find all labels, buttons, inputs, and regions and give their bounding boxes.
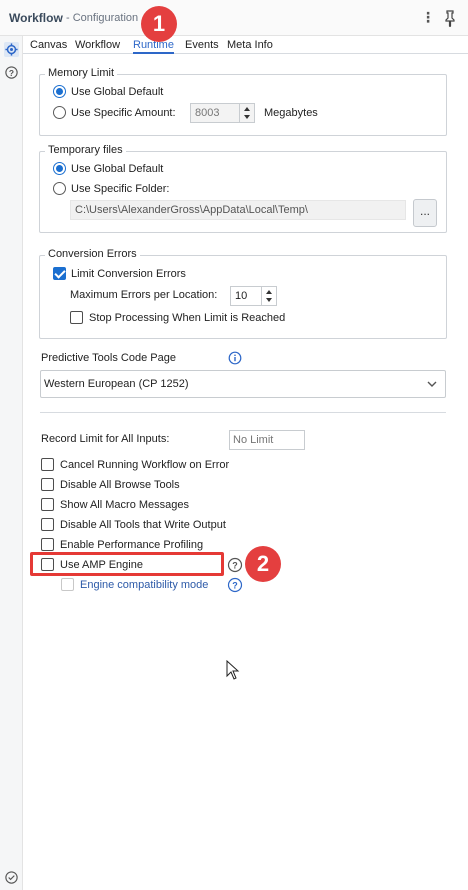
tab-canvas[interactable]: Canvas: [30, 38, 67, 54]
memory-limit-title: Memory Limit: [45, 67, 118, 79]
code-page-value: Western European (CP 1252): [44, 378, 189, 390]
memory-specific-radio[interactable]: [53, 106, 66, 119]
temp-global-label: Use Global Default: [71, 163, 164, 175]
svg-text:?: ?: [232, 581, 238, 591]
disable-browse-label: Disable All Browse Tools: [60, 479, 180, 491]
show-macro-messages-checkbox[interactable]: [41, 498, 54, 511]
temp-specific-label: Use Specific Folder:: [71, 183, 170, 195]
stepper-arrows-icon[interactable]: [261, 287, 276, 305]
info-icon[interactable]: [228, 351, 242, 365]
tab-workflow[interactable]: Workflow: [75, 38, 120, 54]
stop-processing-label: Stop Processing When Limit is Reached: [89, 312, 286, 324]
show-macro-messages-label: Show All Macro Messages: [60, 499, 189, 511]
disable-write-output-label: Disable All Tools that Write Output: [60, 519, 226, 531]
kebab-menu-icon[interactable]: ⋮: [421, 9, 435, 27]
help-icon[interactable]: ?: [4, 65, 19, 80]
memory-global-radio[interactable]: [53, 85, 66, 98]
panel-subtitle: - Configuration: [66, 12, 139, 24]
section-divider: [40, 412, 446, 413]
temp-files-title: Temporary files: [45, 144, 126, 156]
temp-folder-field[interactable]: C:\Users\AlexanderGross\AppData\Local\Te…: [70, 200, 406, 220]
mouse-cursor-icon: [226, 660, 240, 680]
performance-profiling-label: Enable Performance Profiling: [60, 539, 204, 551]
panel-header: Workflow - Configuration ⋮: [0, 0, 468, 36]
record-limit-input[interactable]: [229, 430, 305, 450]
temp-specific-radio[interactable]: [53, 182, 66, 195]
predictive-code-page-label: Predictive Tools Code Page: [41, 352, 176, 364]
disable-browse-checkbox[interactable]: [41, 478, 54, 491]
cancel-on-error-checkbox[interactable]: [41, 458, 54, 471]
max-errors-value: 10: [235, 290, 248, 302]
engine-compat-label: Engine compatibility mode: [80, 579, 209, 591]
tab-bar: Canvas Workflow Runtime Events Meta Info: [23, 36, 468, 54]
engine-compat-help-icon[interactable]: ?: [227, 577, 243, 593]
left-sidebar: ?: [0, 36, 23, 890]
memory-global-label: Use Global Default: [71, 86, 164, 98]
gear-icon[interactable]: [4, 42, 19, 57]
chevron-down-icon: [427, 381, 437, 387]
amp-engine-highlight-box: [30, 552, 224, 576]
performance-profiling-checkbox[interactable]: [41, 538, 54, 551]
memory-unit-label: Megabytes: [264, 107, 318, 119]
engine-compat-checkbox[interactable]: [61, 578, 74, 591]
pin-icon[interactable]: [442, 9, 458, 27]
panel-title: Workflow: [9, 11, 63, 25]
amp-help-icon[interactable]: ?: [227, 557, 243, 573]
check-circle-icon[interactable]: [4, 870, 19, 885]
tab-meta-info[interactable]: Meta Info: [227, 38, 273, 54]
memory-amount-stepper[interactable]: 8003: [190, 103, 255, 123]
stop-processing-checkbox[interactable]: [70, 311, 83, 324]
memory-amount-value: 8003: [195, 107, 220, 119]
cancel-on-error-label: Cancel Running Workflow on Error: [60, 459, 230, 471]
max-errors-label: Maximum Errors per Location:: [70, 289, 218, 301]
max-errors-stepper[interactable]: 10: [230, 286, 277, 306]
code-page-select[interactable]: Western European (CP 1252): [40, 370, 446, 398]
disable-write-output-checkbox[interactable]: [41, 518, 54, 531]
temp-global-radio[interactable]: [53, 162, 66, 175]
svg-text:?: ?: [232, 561, 238, 571]
browse-folder-button[interactable]: ...: [413, 199, 437, 227]
svg-text:?: ?: [9, 68, 14, 78]
callout-badge-1: 1: [141, 6, 177, 42]
conversion-errors-title: Conversion Errors: [45, 248, 140, 260]
limit-errors-checkbox[interactable]: [53, 267, 66, 280]
limit-errors-label: Limit Conversion Errors: [71, 268, 186, 280]
record-limit-label: Record Limit for All Inputs:: [41, 433, 170, 445]
memory-specific-label: Use Specific Amount:: [71, 107, 176, 119]
stepper-arrows-icon[interactable]: [239, 104, 254, 122]
callout-badge-2: 2: [245, 546, 281, 582]
tab-events[interactable]: Events: [185, 38, 219, 54]
